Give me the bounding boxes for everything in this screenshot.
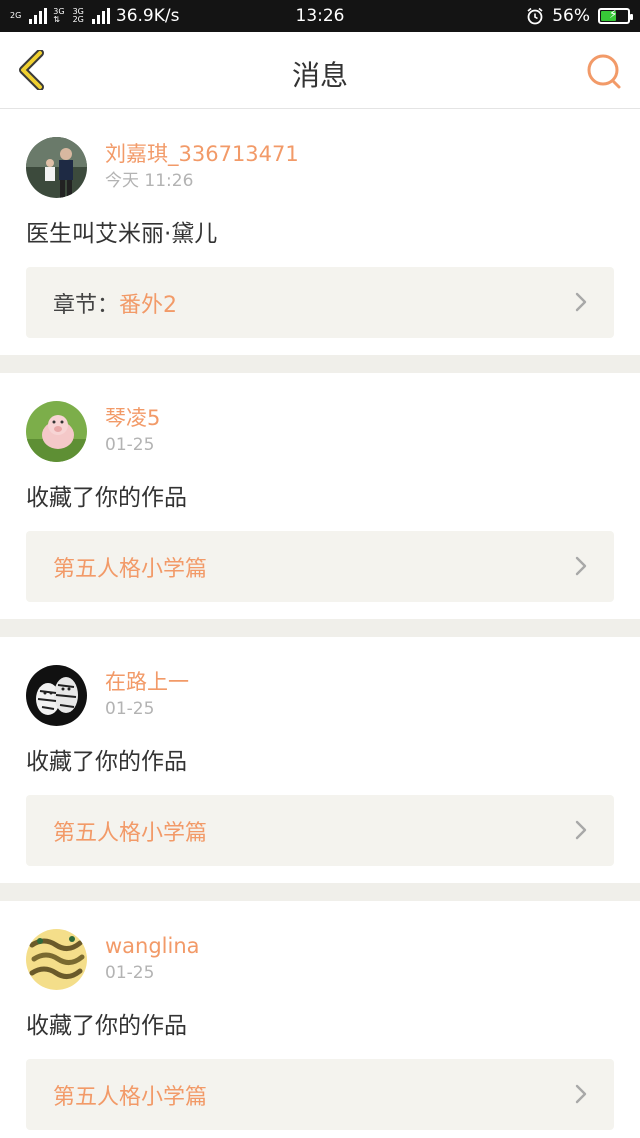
message-card: 刘嘉琪_336713471 今天 11:26 医生叫艾米丽·黛儿 章节： 番外2 — [0, 109, 640, 355]
battery-icon: ⚡ — [598, 7, 633, 24]
user-meta: 琴凌5 01-25 — [105, 404, 160, 458]
timestamp: 今天 11:26 — [105, 171, 194, 191]
link-value: 番外2 — [119, 292, 178, 318]
message-card: 琴凌5 01-25 收藏了你的作品 第五人格小学篇 — [0, 373, 640, 619]
avatar[interactable] — [26, 664, 87, 726]
message-card: 在路上一 01-25 收藏了你的作品 第五人格小学篇 — [0, 637, 640, 883]
timestamp: 01-25 — [105, 963, 155, 983]
username[interactable]: 琴凌5 — [105, 404, 160, 432]
chevron-right-icon — [575, 556, 587, 576]
avatar[interactable] — [26, 136, 87, 198]
link-value: 第五人格小学篇 — [53, 1084, 208, 1110]
link-value: 第五人格小学篇 — [53, 820, 208, 846]
message-header: wanglina 01-25 — [26, 928, 614, 990]
link-value: 第五人格小学篇 — [53, 556, 208, 582]
message-header: 刘嘉琪_336713471 今天 11:26 — [26, 136, 614, 198]
username[interactable]: 在路上一 — [105, 668, 189, 696]
search-icon[interactable] — [584, 52, 624, 92]
chevron-right-icon — [575, 1084, 587, 1104]
linked-work-button[interactable]: 章节： 番外2 — [26, 267, 614, 338]
message-card: wanglina 01-25 收藏了你的作品 第五人格小学篇 — [0, 901, 640, 1138]
link-label: 章节： — [53, 292, 120, 318]
chevron-right-icon — [575, 820, 587, 840]
linked-work-button[interactable]: 第五人格小学篇 — [26, 1059, 614, 1130]
timestamp: 01-25 — [105, 435, 155, 455]
linked-work-button[interactable]: 第五人格小学篇 — [26, 795, 614, 866]
user-meta: 刘嘉琪_336713471 今天 11:26 — [105, 140, 299, 194]
message-header: 在路上一 01-25 — [26, 664, 614, 726]
message-text: 医生叫艾米丽·黛儿 — [26, 221, 218, 247]
message-header: 琴凌5 01-25 — [26, 400, 614, 462]
timestamp: 01-25 — [105, 699, 155, 719]
message-text: 收藏了你的作品 — [26, 1013, 187, 1039]
page-title: 消息 — [291, 59, 348, 92]
avatar[interactable] — [26, 400, 87, 462]
battery-percent: 56% — [552, 6, 590, 26]
status-right: 56% ⚡ — [526, 6, 633, 26]
message-text: 收藏了你的作品 — [26, 749, 187, 775]
charging-bolt-icon: ⚡ — [609, 7, 618, 21]
user-meta: 在路上一 01-25 — [105, 668, 189, 722]
avatar[interactable] — [26, 928, 87, 990]
alarm-clock-icon — [527, 7, 543, 25]
username[interactable]: 刘嘉琪_336713471 — [105, 140, 299, 168]
username[interactable]: wanglina — [105, 932, 200, 960]
navigation-bar: 消息 — [0, 32, 640, 109]
status-bar: 2G 3G ⇅ 3G 2G 36.9K/s 13:26 56% ⚡ — [0, 0, 640, 32]
chevron-right-icon — [575, 292, 587, 312]
user-meta: wanglina 01-25 — [105, 932, 200, 986]
linked-work-button[interactable]: 第五人格小学篇 — [26, 531, 614, 602]
message-text: 收藏了你的作品 — [26, 485, 187, 511]
message-list: 刘嘉琪_336713471 今天 11:26 医生叫艾米丽·黛儿 章节： 番外2 — [0, 109, 640, 1138]
